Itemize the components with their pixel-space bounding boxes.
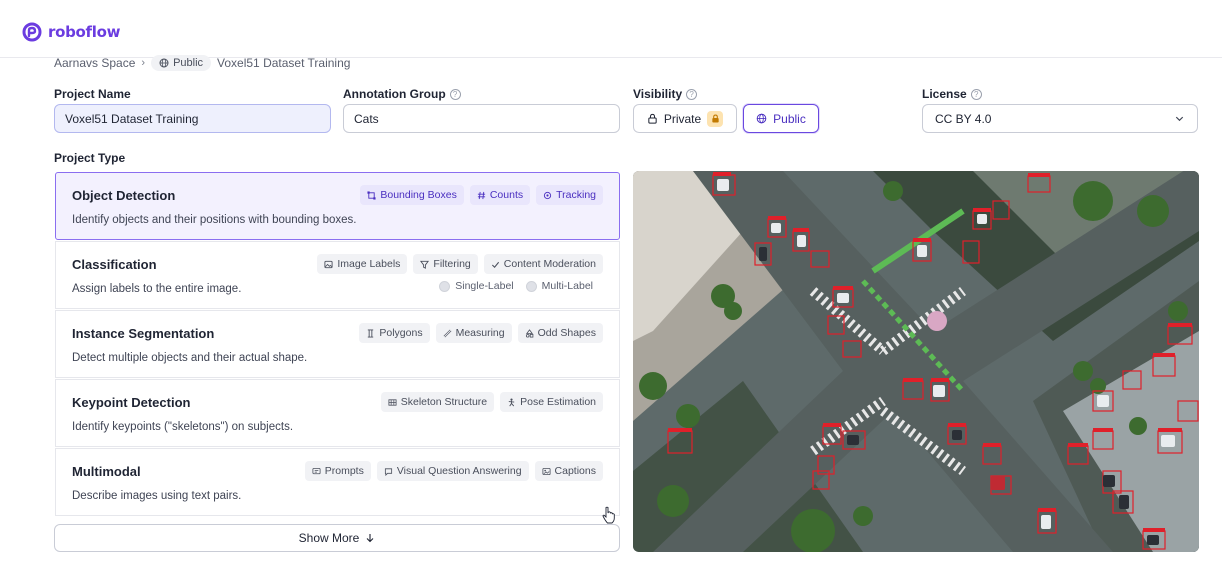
tag-odd-shapes: Odd Shapes [517, 323, 603, 343]
chevron-down-icon [1175, 116, 1184, 122]
project-type-classification[interactable]: Classification Assign labels to the enti… [55, 241, 620, 309]
type-description: Detect multiple objects and their actual… [72, 352, 308, 364]
private-label: Private [663, 111, 702, 126]
tag-filtering: Filtering [413, 254, 478, 274]
tag-polygons: Polygons [359, 323, 430, 343]
tag-skeleton-structure: Skeleton Structure [380, 392, 495, 412]
type-title: Multimodal [72, 464, 141, 479]
annotation-group-label: Annotation Group? [343, 87, 461, 101]
skeleton-icon [388, 398, 397, 406]
private-button[interactable]: Private [633, 104, 737, 133]
arrow-down-icon [366, 534, 374, 543]
type-title: Instance Segmentation [72, 326, 215, 341]
visibility-badge-label: Public [173, 57, 204, 69]
tag-tracking: Tracking [536, 185, 603, 205]
annotation-group-input[interactable]: Cats [343, 104, 620, 133]
breadcrumb-workspace[interactable]: Aarnavs Space [54, 56, 135, 70]
radio-dot [525, 280, 537, 292]
type-tags: Image Labels Filtering Content Moderatio… [317, 254, 603, 274]
public-button[interactable]: Public [743, 104, 819, 133]
caption-icon [542, 467, 551, 475]
type-description: Describe images using text pairs. [72, 490, 242, 502]
tag-measuring: Measuring [435, 323, 512, 343]
project-type-object-detection[interactable]: Object Detection Identify objects and th… [55, 172, 620, 240]
multi-label-radio[interactable]: Multi-Label [525, 280, 593, 292]
license-value: CC BY 4.0 [935, 111, 992, 126]
pose-icon [508, 398, 515, 406]
classification-options: Single-Label Multi-Label [439, 280, 593, 292]
premium-lock-icon [707, 110, 724, 127]
tracking-icon [544, 191, 552, 199]
help-icon[interactable]: ? [686, 88, 698, 100]
globe-icon [756, 113, 767, 124]
aerial-intersection-preview-image [633, 171, 1199, 552]
type-description: Assign labels to the entire image. [72, 283, 242, 295]
check-icon [491, 261, 499, 268]
project-name-label: Project Name [54, 87, 131, 101]
type-title: Object Detection [72, 188, 176, 203]
project-type-label: Project Type [54, 151, 126, 165]
chat-icon [384, 467, 392, 476]
type-description: Identify objects and their positions wit… [72, 214, 357, 226]
public-label: Public [773, 111, 806, 126]
globe-icon [159, 58, 169, 68]
roboflow-logo-icon [22, 22, 42, 42]
show-more-label: Show More [298, 531, 360, 545]
filter-icon [420, 260, 430, 269]
breadcrumb-project: Voxel51 Dataset Training [217, 56, 351, 70]
bounding-box-icon [367, 190, 376, 200]
tag-image-labels: Image Labels [317, 254, 408, 274]
polygon-icon [368, 328, 374, 338]
tag-bounding-boxes: Bounding Boxes [360, 185, 464, 205]
type-title: Keypoint Detection [72, 395, 191, 410]
type-tags: Skeleton Structure Pose Estimation [380, 392, 603, 412]
tag-visual-question-answering: Visual Question Answering [376, 461, 529, 481]
type-tags: Polygons Measuring Odd Shapes [359, 323, 603, 343]
top-bar: roboflow [0, 0, 1222, 58]
hand-cursor-icon [602, 506, 615, 524]
help-icon[interactable]: ? [449, 88, 461, 100]
tag-pose-estimation: Pose Estimation [500, 392, 603, 412]
tag-counts: Counts [469, 185, 531, 205]
tag-prompts: Prompts [304, 461, 371, 481]
breadcrumb: Aarnavs Space › Public Voxel51 Dataset T… [54, 53, 350, 73]
show-more-button[interactable]: Show More [54, 524, 620, 552]
license-label: License? [922, 87, 982, 101]
type-description: Identify keypoints ("skeletons") on subj… [72, 421, 294, 433]
chevron-right-icon: › [141, 57, 146, 69]
type-tags: Bounding Boxes Counts Tracking [360, 185, 603, 205]
project-type-multimodal[interactable]: Multimodal Describe images using text pa… [55, 448, 620, 516]
project-name-input[interactable]: Voxel51 Dataset Training [54, 104, 331, 133]
lock-icon [648, 113, 657, 124]
radio-dot [439, 280, 451, 292]
prompt-icon [312, 467, 321, 474]
brand-name: roboflow [48, 23, 121, 41]
roboflow-logo[interactable]: roboflow [22, 22, 120, 42]
type-title: Classification [72, 257, 157, 272]
project-type-keypoint-detection[interactable]: Keypoint Detection Identify keypoints ("… [55, 379, 620, 447]
image-icon [324, 260, 333, 268]
hash-icon [477, 191, 485, 199]
tag-captions: Captions [534, 461, 603, 481]
ruler-icon [443, 329, 451, 337]
project-type-instance-segmentation[interactable]: Instance Segmentation Detect multiple ob… [55, 310, 620, 378]
visibility-label: Visibility? [633, 87, 698, 101]
visibility-badge: Public [151, 55, 212, 71]
help-icon[interactable]: ? [970, 88, 982, 100]
license-select[interactable]: CC BY 4.0 [922, 104, 1198, 133]
project-type-list: Object Detection Identify objects and th… [55, 172, 620, 518]
type-tags: Prompts Visual Question Answering Captio… [304, 461, 603, 481]
shapes-icon [525, 328, 533, 338]
tag-content-moderation: Content Moderation [483, 254, 603, 274]
single-label-radio[interactable]: Single-Label [439, 280, 514, 292]
